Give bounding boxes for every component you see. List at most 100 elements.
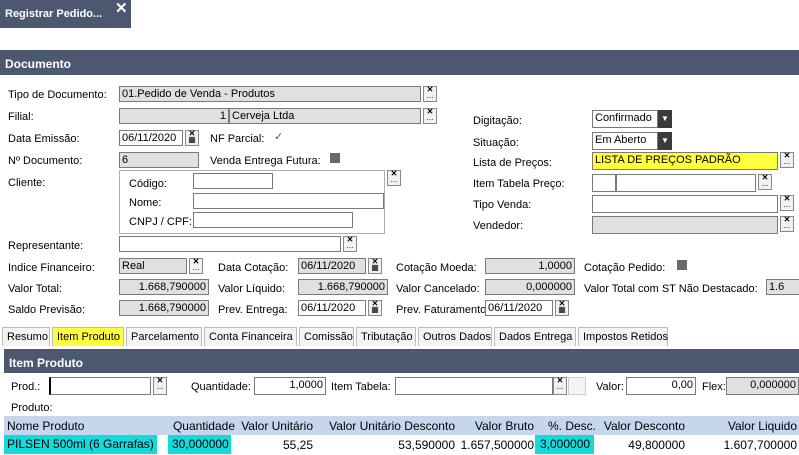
item-tabela-preco-label: Item Tabela Preço: (473, 178, 565, 190)
filial-code-field[interactable]: 1 (119, 108, 229, 124)
item-tabela-field[interactable] (395, 377, 553, 395)
saldo-previsao-label: Saldo Previsão: (8, 304, 86, 316)
tab-dados-entrega[interactable]: Dados Entrega (494, 327, 576, 346)
lista-precos-field[interactable]: LISTA DE PREÇOS PADRÃO (592, 152, 778, 170)
quantidade-field[interactable]: 1,0000 (254, 377, 326, 395)
lista-precos-lookup-icon[interactable]: ✕... (780, 152, 794, 168)
cliente-cnpj-label: CNPJ / CPF: (129, 216, 192, 228)
item-tabela-preco-code-field[interactable] (592, 174, 616, 192)
cotacao-moeda-label: Cotação Moeda: (396, 262, 477, 274)
cell-nome-produto: PILSEN 500ml (6 Garrafas) (4, 435, 157, 454)
cell-valor-liquido: 1.607,700000 (723, 438, 797, 452)
tab-tributacao[interactable]: Tributação (356, 327, 416, 346)
window-title: Registrar Pedido... (5, 8, 103, 20)
prev-entrega-calendar-icon[interactable]: ✕ ▦ (368, 300, 382, 316)
tipo-documento-lookup-icon[interactable]: ✕... (423, 86, 437, 102)
n-documento-field: 6 (119, 152, 199, 168)
cell-valor-desconto: 49,800000 (628, 438, 685, 452)
cotacao-pedido-checkbox[interactable] (677, 260, 687, 270)
window-tab[interactable]: Registrar Pedido... ✕ (0, 0, 131, 28)
item-tabela-preco-name-field (616, 174, 756, 192)
situacao-select[interactable]: Em Aberto (592, 132, 658, 150)
nf-parcial-checkbox[interactable]: ✓ (274, 132, 285, 143)
grid-header: Nome Produto Quantidade Valor Unitário V… (4, 416, 799, 435)
cliente-codigo-label: Código: (129, 178, 167, 190)
col-valor-unitario[interactable]: Valor Unitário (241, 419, 313, 433)
cliente-cnpj-field[interactable] (193, 212, 353, 228)
tab-conta-financeira[interactable]: Conta Financeira (204, 327, 297, 346)
cliente-lookup-icon[interactable]: ✕... (387, 170, 401, 186)
item-tabela-spinner[interactable] (568, 377, 586, 395)
tab-resumo[interactable]: Resumo (2, 327, 50, 346)
data-cotacao-label: Data Cotação: (218, 262, 289, 274)
situacao-dropdown-icon[interactable]: ▼ (658, 132, 672, 150)
tipo-venda-label: Tipo Venda: (473, 199, 532, 211)
digitacao-dropdown-icon[interactable]: ▼ (658, 110, 672, 128)
venda-entrega-futura-label: Venda Entrega Futura: (210, 155, 321, 167)
prod-label: Prod.: (11, 381, 41, 393)
filial-lookup-icon[interactable]: ✕... (423, 108, 437, 124)
data-emissao-field[interactable]: 06/11/2020 (119, 130, 183, 146)
cotacao-moeda-field: 1,0000 (485, 258, 575, 274)
indice-financeiro-label: Indice Financeiro: (8, 262, 95, 274)
valor-total-st-field: 1.6 (766, 279, 799, 295)
data-cotacao-calendar-icon[interactable]: ✕ ▦ (368, 258, 382, 274)
documento-header: Documento (0, 50, 799, 75)
col-desc[interactable]: %. Desc. (548, 419, 596, 433)
item-produto-header: Item Produto (4, 349, 799, 373)
cell-desc: 3,000000 (535, 435, 595, 454)
prod-lookup-icon[interactable]: ✕... (153, 377, 167, 395)
tab-outros-dados[interactable]: Outros Dados (418, 327, 492, 346)
valor-total-field: 1.668,790000 (119, 279, 209, 295)
valor-cancelado-field: 0,000000 (485, 279, 575, 295)
vendedor-lookup-icon[interactable]: ✕... (780, 216, 794, 232)
prev-entrega-field[interactable]: 06/11/2020 (298, 300, 366, 316)
cliente-nome-label: Nome: (129, 197, 162, 209)
flex-label: Flex: (702, 381, 726, 393)
table-row[interactable]: PILSEN 500ml (6 Garrafas) 30,000000 55,2… (4, 435, 799, 454)
indice-financeiro-lookup-icon[interactable]: ✕... (189, 258, 203, 274)
tab-item-produto[interactable]: Item Produto (52, 327, 124, 346)
col-nome-produto[interactable]: Nome Produto (7, 419, 84, 433)
prod-field[interactable] (49, 377, 151, 395)
col-valor-bruto[interactable]: Valor Bruto (475, 419, 534, 433)
cell-quantidade: 30,000000 (168, 435, 231, 454)
situacao-label: Situação: (473, 137, 519, 149)
cliente-codigo-field[interactable] (193, 173, 273, 189)
tipo-documento-label: Tipo de Documento: (8, 89, 107, 101)
col-valor-unitario-desconto[interactable]: Valor Unitário Desconto (329, 419, 455, 433)
tab-impostos-retidos[interactable]: Impostos Retidos (578, 327, 668, 346)
prev-faturamento-field[interactable]: 06/11/2020 (485, 300, 553, 316)
vendedor-field (592, 216, 778, 234)
valor-field[interactable]: 0,00 (626, 377, 696, 395)
saldo-previsao-field: 1.668,790000 (119, 300, 209, 316)
item-tabela-lookup-icon[interactable]: ✕... (553, 377, 567, 395)
prev-faturamento-label: Prev. Faturamento: (396, 304, 490, 316)
item-tabela-preco-lookup-icon[interactable]: ✕... (758, 174, 772, 190)
tipo-documento-field[interactable]: 01.Pedido de Venda - Produtos (119, 86, 421, 102)
digitacao-select[interactable]: Confirmado (592, 110, 658, 128)
representante-field[interactable] (119, 236, 341, 252)
documento-title: Documento (5, 57, 71, 71)
cotacao-pedido-label: Cotação Pedido: (584, 262, 666, 274)
indice-financeiro-field[interactable]: Real (119, 258, 187, 274)
close-icon[interactable]: ✕ (115, 0, 128, 17)
tipo-venda-lookup-icon[interactable]: ✕... (780, 195, 794, 211)
col-quantidade[interactable]: Quantidade (173, 419, 235, 433)
data-emissao-calendar-icon[interactable]: ✕ ▦ (185, 130, 199, 146)
cliente-nome-field[interactable] (193, 193, 384, 209)
prev-faturamento-calendar-icon[interactable]: ✕ ▦ (555, 300, 569, 316)
digitacao-label: Digitação: (473, 115, 522, 127)
representante-lookup-icon[interactable]: ✕... (343, 236, 357, 252)
vendedor-label: Vendedor: (473, 220, 524, 232)
tab-parcelamento[interactable]: Parcelamento (126, 327, 202, 346)
n-documento-label: Nº Documento: (8, 155, 83, 167)
col-valor-liquido[interactable]: Valor Liquido (728, 419, 797, 433)
col-valor-desconto[interactable]: Valor Desconto (604, 419, 685, 433)
venda-entrega-futura-checkbox[interactable] (330, 153, 340, 163)
lista-precos-label: Lista de Preços: (473, 157, 552, 169)
tipo-venda-field[interactable] (592, 195, 778, 213)
filial-label: Filial: (8, 111, 34, 123)
tab-comissao[interactable]: Comissão (299, 327, 354, 346)
data-cotacao-field[interactable]: 06/11/2020 (298, 258, 366, 274)
